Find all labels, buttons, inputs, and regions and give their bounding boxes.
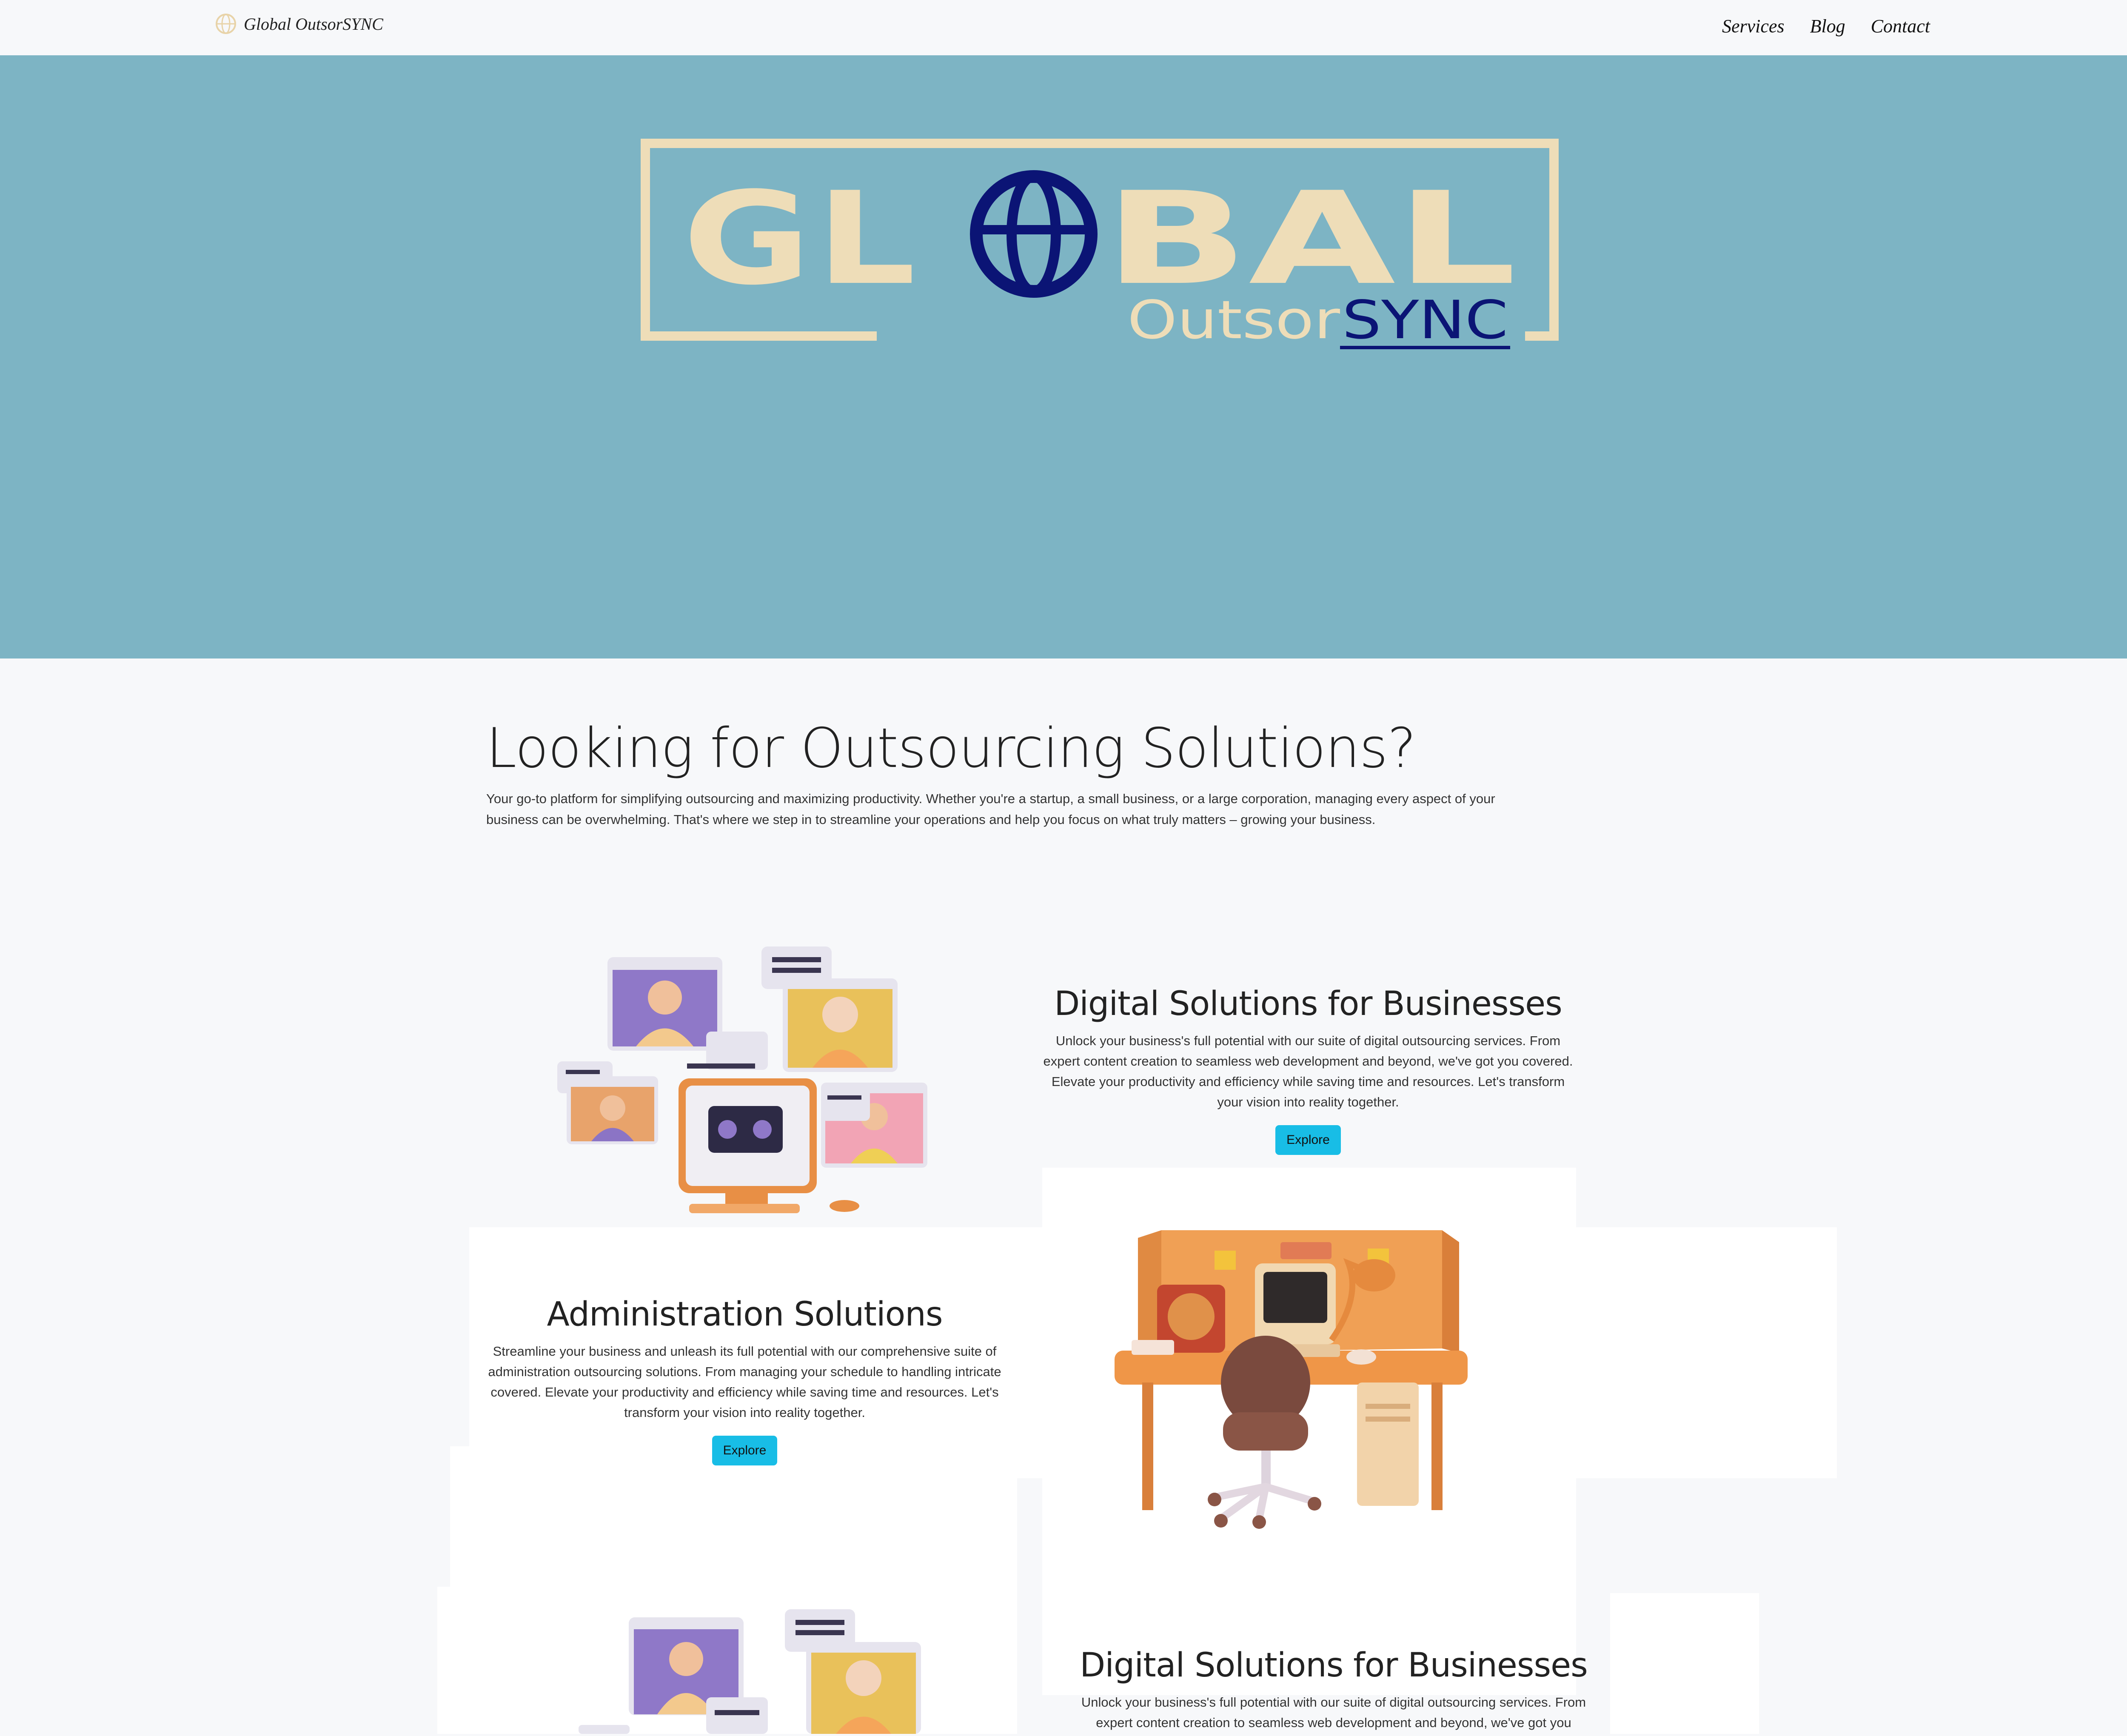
- nav-blog[interactable]: Blog: [1810, 15, 1845, 37]
- intro-text: Your go-to platform for simplifying outs…: [486, 791, 1495, 827]
- nav-links: Services Blog Contact: [1722, 15, 1930, 37]
- card-text: Streamline your business and unleash its…: [488, 1344, 1001, 1420]
- navbar: Global OutsorSYNC Services Blog Contact: [0, 0, 2127, 55]
- explore-button[interactable]: Explore: [1275, 1125, 1341, 1155]
- hero-logo: GL BAL Outsor SYNC: [640, 138, 1559, 366]
- video-call-illustration-2: [579, 1608, 927, 1736]
- globe-icon: [215, 13, 237, 35]
- logo-word-sync: SYNC: [1342, 290, 1508, 351]
- card-title: Digital Solutions for Businesses: [1054, 985, 1562, 1023]
- card-title: Administration Solutions: [547, 1295, 943, 1334]
- intro-section: Looking for Outsourcing Solutions? Your …: [486, 717, 1592, 830]
- logo-globe-icon: [970, 170, 1098, 298]
- intro-heading: Looking for Outsourcing Solutions?: [486, 717, 1416, 780]
- white-panel: [437, 1587, 488, 1734]
- brand-link[interactable]: Global OutsorSYNC: [215, 13, 383, 35]
- white-panel: [1610, 1593, 1759, 1734]
- brand-name: Global OutsorSYNC: [244, 14, 383, 34]
- video-call-illustration: [553, 946, 932, 1221]
- card-digital-solutions-2: Digital Solutions for Businesses Unlock …: [1068, 1646, 1600, 1733]
- office-desk-illustration: [1115, 1225, 1468, 1534]
- card-text: Unlock your business's full potential wi…: [1081, 1695, 1586, 1730]
- card-title: Digital Solutions for Businesses: [1080, 1646, 1588, 1685]
- card-administration-solutions: Administration Solutions Streamline your…: [476, 1295, 1014, 1465]
- card-text: Unlock your business's full potential wi…: [1043, 1033, 1573, 1109]
- card-digital-solutions: Digital Solutions for Businesses Unlock …: [1042, 985, 1574, 1155]
- explore-button[interactable]: Explore: [712, 1436, 778, 1465]
- hero-banner: GL BAL Outsor SYNC: [0, 55, 2127, 658]
- logo-word-outsor: Outsor: [1127, 290, 1340, 351]
- logo-word-gl: GL: [683, 165, 921, 313]
- nav-contact[interactable]: Contact: [1871, 15, 1930, 37]
- nav-services[interactable]: Services: [1722, 15, 1785, 37]
